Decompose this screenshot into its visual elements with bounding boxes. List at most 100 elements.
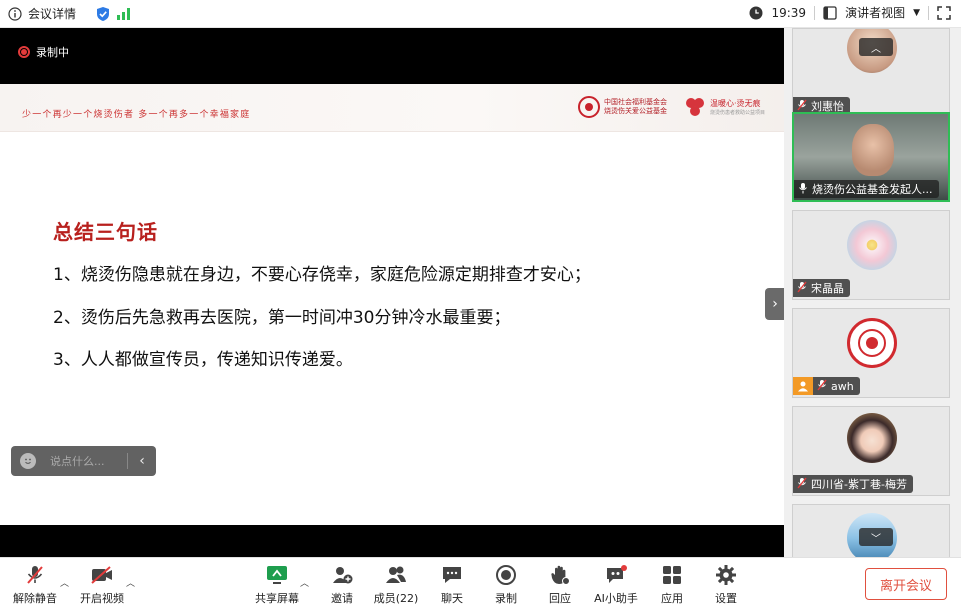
meeting-window: 会议详情 19:39 演讲者视图 ▼ 录制中 少一个再少一个烧烫伤者 多一个再多… — [0, 0, 961, 610]
title-bar-left: 会议详情 — [8, 5, 132, 22]
title-bar: 会议详情 19:39 演讲者视图 ▼ — [0, 0, 961, 28]
project-logo: 温暖心·烫无痕 烧烫伤患者救助公益项目 — [686, 96, 765, 118]
meeting-details-label[interactable]: 会议详情 — [28, 5, 76, 22]
participants-panel[interactable]: ︿ 刘惠怡 烧烫伤公益基金发起人... 宋晶晶 awh 四川省-紫丁巷-梅芳 ﹀ — [784, 28, 961, 557]
participant-name-tag: 四川省-紫丁巷-梅芳 — [793, 475, 913, 493]
scroll-up-icon[interactable]: ︿ — [859, 38, 893, 56]
collapse-chat-icon[interactable]: ‹ — [128, 453, 156, 469]
start-video-button[interactable]: 开启视频 — [72, 563, 132, 606]
audio-options-chevron-icon[interactable]: ︿ — [60, 576, 69, 589]
reactions-label: 回应 — [549, 592, 571, 605]
participant-tile-active[interactable]: 烧烫伤公益基金发起人... — [792, 112, 950, 202]
shield-check-icon[interactable] — [96, 6, 110, 22]
clock-icon — [749, 6, 763, 20]
chat-button[interactable]: 聊天 — [422, 563, 482, 606]
participant-tile[interactable]: 四川省-紫丁巷-梅芳 — [792, 406, 950, 496]
logo2-line2: 烧烫伤患者救助公益项目 — [710, 110, 766, 116]
chat-bubble-icon — [440, 563, 464, 587]
settings-label: 设置 — [715, 592, 737, 605]
avatar — [847, 220, 897, 270]
info-icon[interactable] — [8, 6, 22, 21]
hand-raise-icon — [548, 563, 572, 587]
participant-name: awh — [831, 379, 854, 393]
slide-slogan: 少一个再少一个烧烫伤者 多一个再多一个幸福家庭 — [22, 110, 251, 120]
shared-screen-area: 录制中 少一个再少一个烧烫伤者 多一个再多一个幸福家庭 中国社会福利基金会 烧烫… — [0, 28, 784, 557]
share-options-chevron-icon[interactable]: ︿ — [300, 576, 309, 589]
apps-grid-icon — [660, 563, 684, 587]
unmute-label: 解除静音 — [13, 592, 57, 605]
emoji-icon[interactable] — [20, 453, 36, 469]
mic-muted-icon — [23, 563, 47, 587]
logo2-line1: 温暖心·烫无痕 — [710, 99, 761, 108]
mic-icon — [798, 182, 808, 197]
participant-name-tag: 烧烫伤公益基金发起人... — [794, 180, 939, 198]
record-label: 录制 — [495, 592, 517, 605]
share-screen-button[interactable]: 共享屏幕 — [247, 563, 307, 606]
invite-label: 邀请 — [331, 592, 353, 605]
view-mode-label[interactable]: 演讲者视图 — [845, 4, 905, 21]
mic-muted-icon — [797, 477, 807, 492]
layout-view-icon[interactable] — [823, 5, 837, 20]
scroll-down-icon[interactable]: ﹀ — [859, 528, 893, 546]
leave-meeting-button[interactable]: 离开会议 — [865, 568, 947, 600]
logo1-line2: 烧烫伤关爱公益基金 — [604, 107, 667, 115]
ai-assistant-button[interactable]: AI小助手 — [586, 563, 646, 606]
record-dot-icon — [18, 46, 30, 58]
avatar — [847, 318, 897, 368]
start-video-label: 开启视频 — [80, 592, 124, 605]
foundation-logo: 中国社会福利基金会 烧烫伤关爱公益基金 — [578, 96, 667, 118]
slide-line-2: 2、烫伤后先急救再去医院，第一时间冲30分钟冷水最重要； — [53, 308, 511, 328]
bottom-toolbar: 解除静音 ︿ 开启视频 ︿ 共享屏幕 ︿ 邀请 成员(22) 聊天 录制 回应 … — [0, 557, 961, 610]
participant-name: 四川省-紫丁巷-梅芳 — [811, 478, 907, 491]
invite-button[interactable]: 邀请 — [312, 563, 372, 606]
participant-name: 烧烫伤公益基金发起人... — [812, 183, 933, 196]
apps-button[interactable]: 应用 — [642, 563, 702, 606]
logo1-line1: 中国社会福利基金会 — [604, 98, 667, 106]
title-bar-right: 19:39 演讲者视图 ▼ — [749, 4, 951, 21]
settings-button[interactable]: 设置 — [696, 563, 756, 606]
share-screen-icon — [265, 563, 289, 587]
collapse-panel-icon[interactable]: › — [765, 288, 785, 320]
chevron-down-icon[interactable]: ▼ — [913, 8, 920, 18]
meeting-time: 19:39 — [771, 5, 807, 20]
ai-assistant-label: AI小助手 — [594, 592, 638, 605]
members-icon — [384, 563, 408, 587]
signal-bars-icon[interactable] — [116, 7, 132, 21]
participant-tile[interactable]: awh — [792, 308, 950, 398]
participant-tile[interactable]: ﹀ — [792, 504, 950, 557]
slide-line-3: 3、人人都做宣传员，传递知识传递爱。 — [53, 350, 353, 370]
ai-assistant-icon — [604, 563, 628, 587]
add-user-icon — [330, 563, 354, 587]
slide-line-1: 1、烧烫伤隐患就在身边，不要心存侥幸，家庭危险源定期排查才安心； — [53, 265, 591, 285]
participant-name-tag: awh — [793, 377, 860, 395]
mic-muted-icon — [797, 281, 807, 296]
participant-tile[interactable]: ︿ 刘惠怡 — [792, 28, 950, 118]
foundation-emblem-icon — [578, 96, 600, 118]
unmute-button[interactable]: 解除静音 — [5, 563, 65, 606]
heart-logo-icon — [686, 96, 706, 118]
quick-chat-box[interactable]: 说点什么... ‹ — [11, 446, 156, 476]
apps-label: 应用 — [661, 592, 683, 605]
record-button[interactable]: 录制 — [476, 563, 536, 606]
share-screen-label: 共享屏幕 — [255, 592, 299, 605]
mic-muted-icon — [817, 379, 827, 394]
reactions-button[interactable]: 回应 — [530, 563, 590, 606]
slide-heading: 总结三句话 — [53, 220, 158, 244]
participant-video — [852, 124, 894, 176]
gear-icon — [714, 563, 738, 587]
divider — [814, 5, 816, 20]
participant-tile[interactable]: 宋晶晶 — [792, 210, 950, 300]
record-icon — [494, 563, 518, 587]
chat-input[interactable]: 说点什么... — [50, 453, 127, 469]
slide-banner: 少一个再少一个烧烫伤者 多一个再多一个幸福家庭 中国社会福利基金会 烧烫伤关爱公… — [0, 84, 784, 132]
recording-indicator[interactable]: 录制中 — [18, 44, 69, 60]
video-options-chevron-icon[interactable]: ︿ — [126, 576, 135, 589]
divider — [928, 5, 929, 20]
members-button[interactable]: 成员(22) — [366, 563, 426, 606]
user-icon — [793, 377, 813, 395]
video-off-icon — [90, 563, 114, 587]
avatar — [847, 413, 897, 463]
fullscreen-icon[interactable] — [937, 5, 951, 20]
members-label: 成员(22) — [373, 592, 419, 605]
participant-name-tag: 宋晶晶 — [793, 279, 850, 297]
